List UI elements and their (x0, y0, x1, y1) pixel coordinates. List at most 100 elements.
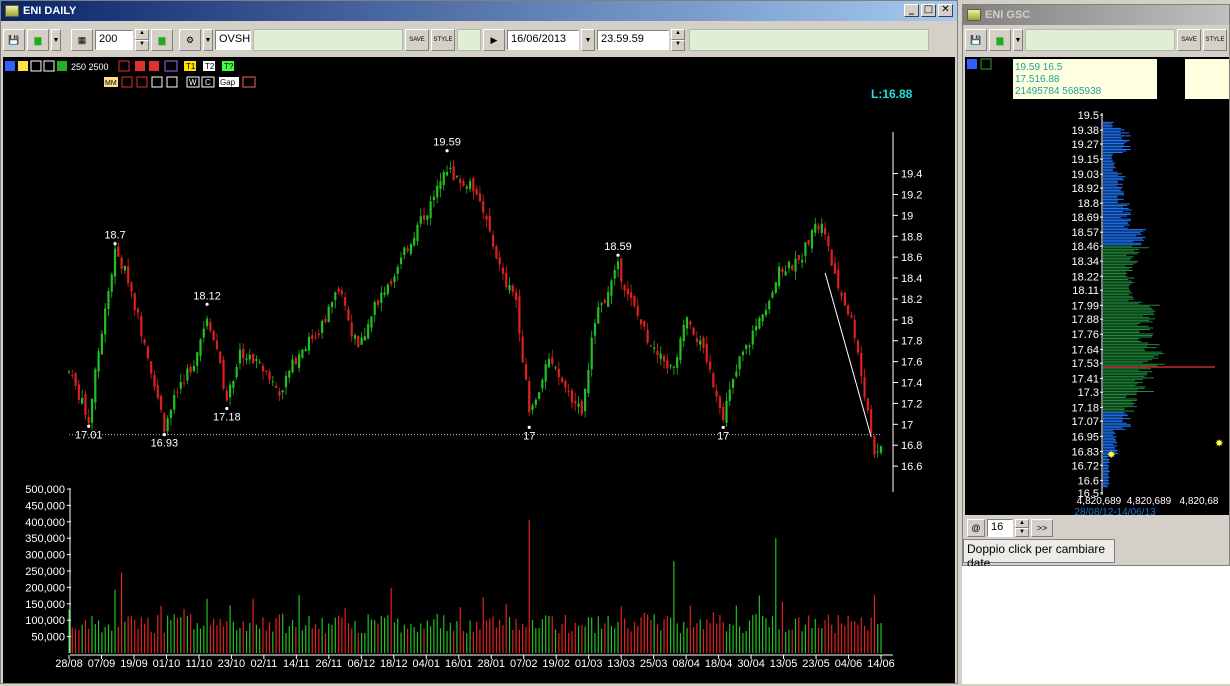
date-dropdown[interactable]: ▼ (581, 29, 595, 51)
rect-tool-icon[interactable] (118, 60, 130, 72)
bins-input[interactable]: 16 (987, 519, 1013, 537)
candle-body (205, 318, 209, 327)
candle-body (163, 413, 166, 432)
profile-panel[interactable]: 19.59 16.5 17.516.88 21495784 5685938 19… (965, 57, 1229, 518)
xbox-tool-icon[interactable] (166, 76, 178, 88)
chart-type-dropdown-gsc[interactable]: ▼ (1013, 29, 1023, 51)
symbol-input[interactable]: OVSH (215, 30, 251, 50)
line-tool-icon[interactable] (30, 60, 42, 72)
candle-body (768, 300, 771, 310)
candle-body (222, 360, 225, 389)
play-icon[interactable]: ▶ (483, 29, 505, 51)
volume-profile-chart[interactable]: 19.59 16.5 17.516.88 21495784 5685938 19… (965, 57, 1229, 518)
candle-body (439, 181, 442, 189)
next-button[interactable]: >> (1031, 519, 1053, 537)
pen-icon-gsc[interactable] (980, 58, 992, 70)
candle-body (501, 267, 505, 274)
profile-tick-label: 16.72 (1071, 460, 1099, 472)
pivot-label: 17 (523, 430, 535, 442)
rb-tool-icon[interactable] (149, 61, 159, 71)
save-disk-icon-gsc[interactable]: 💾 (965, 29, 987, 51)
at-button[interactable]: @ (967, 519, 985, 537)
candle-body (630, 291, 633, 299)
time-tick-label: 01/10 (153, 658, 181, 670)
bar-tool-icon[interactable] (121, 76, 133, 88)
period-input[interactable]: 200 (95, 30, 133, 50)
candle-body (176, 391, 179, 393)
candle-body (455, 175, 459, 178)
candle-body (518, 296, 521, 334)
symbol-name-field[interactable] (253, 29, 403, 51)
candle-body (376, 300, 380, 306)
candle-body (113, 248, 117, 277)
settings-icon[interactable]: ⚙ (179, 29, 201, 51)
maximize-button[interactable]: □ (921, 4, 936, 17)
date-input[interactable]: 16/06/2013 (507, 30, 579, 50)
settings-dropdown[interactable]: ▼ (203, 29, 213, 51)
candle-body (870, 409, 873, 434)
title-bar: ENI DAILY _ □ ✕ (1, 1, 957, 21)
candle-body (245, 358, 248, 360)
candle-body (488, 215, 491, 232)
candle-body (422, 215, 426, 220)
calculator-icon[interactable]: ▦ (71, 29, 93, 51)
candle-body (74, 372, 77, 386)
time-tick-label: 18/04 (705, 658, 733, 670)
candle-body (219, 351, 222, 364)
style-button[interactable]: STYLE (431, 29, 455, 51)
bars-icon[interactable]: ▆ (151, 29, 173, 51)
profile-tick-label: 16.83 (1071, 446, 1099, 458)
fib-tool-icon[interactable] (43, 60, 55, 72)
candle-body (728, 389, 731, 402)
candle-body (238, 349, 242, 364)
candle-body (712, 373, 715, 388)
candle-body (613, 269, 616, 279)
time-spinner[interactable]: ▲ ▼ (671, 29, 685, 51)
pivot-label: 17.18 (213, 412, 241, 424)
period-spinner[interactable]: ▲ ▼ (135, 29, 149, 51)
close-button[interactable]: ✕ (938, 4, 953, 17)
save-button-gsc[interactable]: SAVE (1177, 29, 1201, 51)
window-title: ENI DAILY (23, 5, 77, 17)
chart-type-icon[interactable]: ▆ (27, 29, 49, 51)
candle-body (370, 316, 373, 328)
chart-type-dropdown[interactable]: ▼ (51, 29, 61, 51)
save-button[interactable]: SAVE (405, 29, 429, 51)
t2-label: T2 (205, 62, 215, 71)
chart-type-icon-gsc[interactable]: ▆ (989, 29, 1011, 51)
grid-tool-icon[interactable] (151, 76, 163, 88)
chart-panel[interactable]: 250 2500 T1 T2 T? MM W C Gap L:16.88 19.… (3, 57, 955, 683)
time-tick-label: 04/06 (835, 658, 863, 670)
wave-tool-icon[interactable] (164, 60, 178, 72)
lines-tool-icon[interactable] (242, 76, 256, 88)
time-tick-label: 08/04 (672, 658, 700, 670)
time-tick-label: 16/01 (445, 658, 473, 670)
symbol-field-gsc[interactable] (1025, 29, 1175, 51)
volume-tool-icon[interactable] (57, 61, 67, 71)
minimize-button[interactable]: _ (904, 4, 919, 17)
date-range-link[interactable]: 28/08/12-14/06/13 (1074, 507, 1156, 518)
app-icon-gsc (967, 9, 981, 21)
candle-body (202, 328, 205, 338)
bins-spinner[interactable]: ▲ ▼ (1015, 519, 1029, 537)
pen-icon[interactable] (18, 61, 28, 71)
pivot-marker (162, 433, 166, 437)
hand-icon-gsc[interactable] (967, 59, 977, 69)
candle-body (801, 259, 804, 263)
price-tick-label: 19.4 (901, 169, 922, 181)
eq-tool-icon[interactable] (136, 76, 148, 88)
candle-body (564, 380, 567, 388)
hand-icon[interactable] (5, 61, 15, 71)
candle-body (541, 379, 544, 389)
style-button-gsc[interactable]: STYLE (1203, 29, 1227, 51)
time-input[interactable]: 23.59.59 (597, 30, 669, 50)
candle-body (107, 291, 110, 309)
profile-tick-label: 17.18 (1071, 402, 1099, 414)
volume-tick-label: 250,000 (25, 566, 65, 578)
rc-tool-icon[interactable] (135, 61, 145, 71)
candle-body (265, 370, 268, 372)
candle-body (478, 193, 482, 202)
candle-body (863, 377, 866, 398)
save-disk-icon[interactable]: 💾 (3, 29, 25, 51)
price-chart[interactable]: 250 2500 T1 T2 T? MM W C Gap L:16.88 19.… (3, 57, 955, 683)
